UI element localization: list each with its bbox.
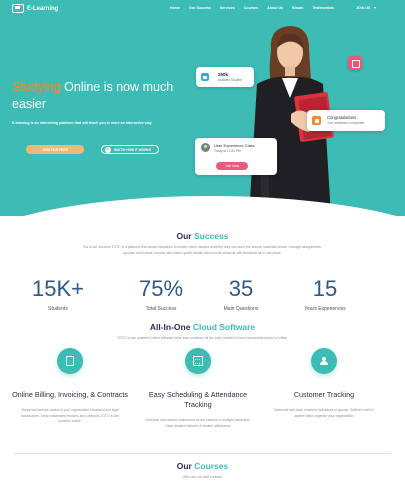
stat-total-success: 75% Total Success (116, 276, 206, 313)
stat-value: 75% (138, 276, 184, 301)
stat-label: Main Questions (223, 306, 259, 312)
nav-link-about[interactable]: About Us (267, 6, 283, 10)
courses-subtitle: Who are our best courses (183, 475, 222, 479)
feature-title: Online Billing, Invoicing, & Contracts (12, 390, 128, 399)
hero-section: E-Learning Home Our Success Services Cou… (0, 0, 405, 216)
watch-video-label: WATCH HOW IT WORKS (114, 147, 151, 152)
brand-logo[interactable]: E-Learning (12, 4, 58, 13)
feature-description: Automate and track emails to individuals… (274, 408, 374, 418)
nav-link-testimonials[interactable]: Testimonials (312, 6, 334, 10)
calendar-icon (185, 348, 211, 374)
brand-name: E-Learning (27, 5, 59, 12)
stat-value: 15K+ (32, 276, 84, 301)
students-label: Assisted Student (218, 78, 242, 82)
nav-link-home[interactable]: Home (170, 6, 180, 10)
software-description: TOTC is one powerful online software sui… (116, 336, 288, 340)
monitor-icon (12, 4, 24, 13)
software-title-accent: Cloud Software (192, 322, 256, 332)
stat-years-experience: 15 Years Experiences (280, 276, 370, 313)
mail-envelope-icon (312, 116, 321, 125)
students-count: 250k (218, 72, 229, 77)
success-description: Ets is our success TOTC is a platform th… (83, 245, 322, 255)
feature-customer-tracking: Customer Tracking Automate and track ema… (264, 348, 384, 419)
nav-link-services[interactable]: Services (220, 6, 235, 10)
join-now-button[interactable]: Join Now (216, 162, 248, 170)
feature-title: Easy Scheduling & Attendance Tracking (148, 390, 248, 409)
feature-billing: Online Billing, Invoicing, & Contracts S… (10, 348, 130, 425)
software-title-plain: All-In-One (149, 322, 193, 332)
hero-description: E-learning is an interesting platform th… (12, 121, 152, 125)
congrats-title: Congratulations (327, 115, 357, 120)
watch-video-button[interactable]: WATCH HOW IT WORKS (101, 145, 159, 154)
stat-label: Students (48, 306, 68, 312)
success-title: Our Success (0, 231, 405, 241)
courses-title-plain: Our (176, 461, 195, 471)
feature-description: Schedule and reserve classrooms at one c… (145, 418, 251, 428)
class-time: Today at 12.00 PM (214, 149, 241, 153)
nav-link-success[interactable]: Our Success (189, 6, 211, 10)
success-title-accent: Success (193, 231, 229, 241)
assisted-students-card: 250k Assisted Student (196, 67, 254, 87)
nav-link-courses[interactable]: Courses (244, 6, 258, 10)
hero-title: Studying Online is now much easier (12, 79, 202, 113)
top-navigation: E-Learning Home Our Success Services Cou… (0, 0, 405, 18)
section-divider (14, 453, 391, 454)
document-icon (57, 348, 83, 374)
chevron-down-icon[interactable]: ▾ (374, 5, 376, 10)
courses-title-accent: Courses (194, 461, 229, 471)
calendar-icon (201, 73, 209, 81)
join-us-link[interactable]: JOIN US (356, 6, 370, 10)
courses-title: Our Courses (0, 461, 405, 471)
stat-students: 15K+ Students (13, 276, 103, 313)
stat-label: Years Experiences (304, 306, 346, 312)
feature-scheduling: Easy Scheduling & Attendance Tracking Sc… (138, 348, 258, 429)
stat-main-questions: 35 Main Questions (196, 276, 286, 313)
congrats-subtitle: Your admission completed (327, 121, 365, 125)
feature-title: Customer Tracking (293, 390, 355, 399)
avatar (201, 143, 210, 152)
stat-value: 15 (312, 276, 338, 301)
software-title: All-In-One Cloud Software (0, 322, 405, 332)
feature-description: Simple and secure control of your organi… (21, 408, 119, 423)
stat-value: 35 (228, 276, 254, 301)
mail-icon (348, 56, 362, 70)
users-icon (311, 348, 337, 374)
join-free-button[interactable]: JOIN FOR FREE (26, 145, 84, 154)
nav-links: Home Our Success Services Courses About … (170, 6, 334, 10)
class-title: User Experience Class (214, 143, 255, 148)
class-card: User Experience Class Today at 12.00 PM … (195, 138, 277, 175)
play-icon (105, 146, 111, 153)
hero-title-highlight: Studying (12, 80, 61, 94)
congratulations-card: Congratulations Your admission completed (307, 110, 385, 131)
nav-link-blog[interactable]: Blouts (292, 6, 303, 10)
success-title-plain: Our (176, 231, 194, 241)
stat-label: Total Success (145, 306, 177, 312)
